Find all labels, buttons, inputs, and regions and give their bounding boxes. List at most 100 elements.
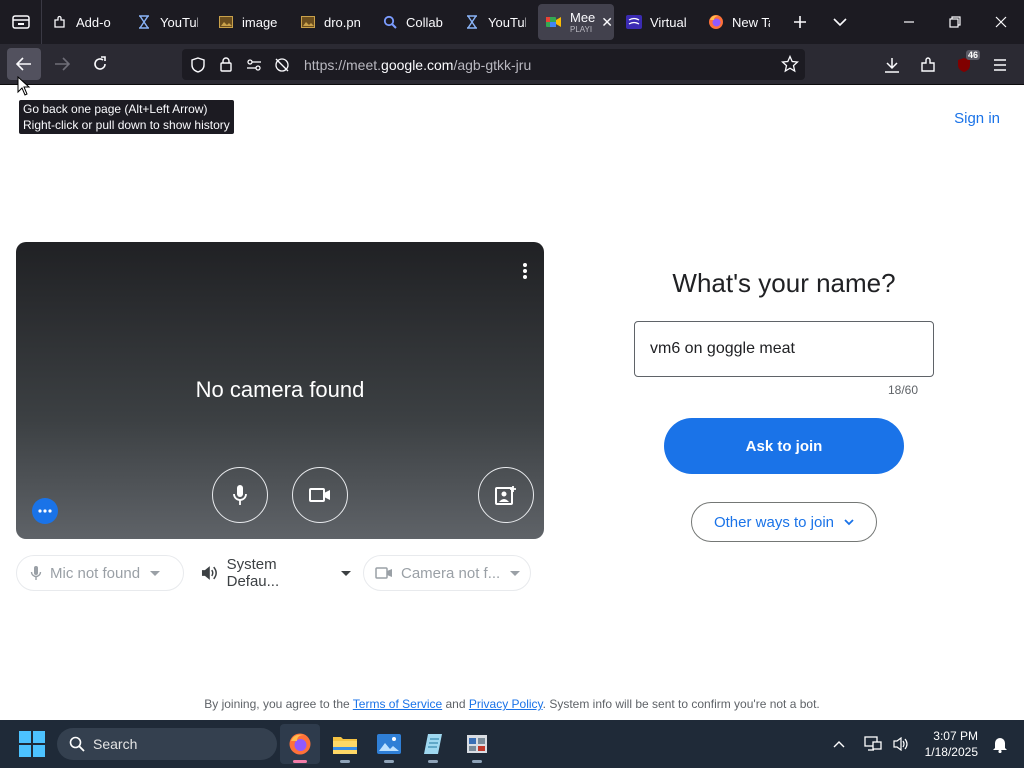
virtual-icon [626,14,642,30]
taskbar-photos[interactable] [369,724,409,764]
legal-notice: By joining, you agree to the Terms of Se… [204,697,820,711]
navigation-toolbar: https://meet.google.com/agb-gtkk-jru 46 [0,44,1024,85]
caret-down-icon [341,570,351,576]
video-camera-icon [309,488,330,502]
volume-icon [893,737,908,751]
puzzle-icon [921,56,935,72]
volume-button[interactable] [887,720,915,768]
tab-new-tab[interactable]: New Ta [700,4,778,40]
tab-youtube-1[interactable]: YouTul [128,4,206,40]
forward-button[interactable] [45,48,79,80]
arrow-left-icon [16,57,31,71]
mic-select[interactable]: Mic not found [16,555,184,591]
firefox-icon [708,14,724,30]
speaker-icon [201,566,217,580]
chevron-down-icon [844,518,854,525]
tooltip-line: Go back one page (Alt+Left Arrow) [23,102,208,116]
more-options-icon[interactable] [522,262,528,285]
folder-icon [333,737,357,754]
firefox-view-button[interactable] [0,0,42,44]
privacy-policy-link[interactable]: Privacy Policy [469,697,543,711]
tab-virtual[interactable]: Virtual [618,4,696,40]
close-window-button[interactable] [978,0,1024,44]
tab-image-2[interactable]: dro.pn [292,4,370,40]
hourglass-icon [136,14,152,30]
extensions-button[interactable] [910,49,946,81]
extension-badge: 46 [965,49,980,60]
show-hidden-icons-button[interactable] [825,720,853,768]
tab-collab[interactable]: Collab [374,4,452,40]
permissions-icon[interactable] [240,49,268,80]
tab-image-1[interactable]: image [210,4,288,40]
tab-youtube-2[interactable]: YouTul [456,4,534,40]
ublock-extension-button[interactable]: 46 [946,49,982,81]
caret-down-icon [150,570,161,576]
network-icon [863,736,882,751]
camera-blocked-icon[interactable] [268,49,296,80]
address-bar[interactable]: https://meet.google.com/agb-gtkk-jru [182,49,805,80]
tab-strip: Add-o YouTul image dro.pn Collab YouTul … [0,0,1024,44]
close-icon [995,16,1007,28]
name-prompt-heading: What's your name? [672,268,896,298]
taskbar-control-panel[interactable] [457,724,497,764]
reload-button[interactable] [83,48,117,80]
control-panel-icon [467,735,487,753]
taskbar-firefox[interactable] [280,724,320,764]
chevron-down-icon [833,18,847,27]
tracking-protection-icon[interactable] [184,49,212,80]
taskbar-file-explorer[interactable] [325,724,365,764]
minimize-button[interactable] [886,0,932,44]
video-camera-icon [375,567,392,579]
arrow-right-icon [55,57,70,71]
camera-button[interactable] [292,467,348,523]
tab-title: Collab [406,14,443,30]
taskbar-search[interactable]: Search [57,728,277,760]
sign-in-link[interactable]: Sign in [954,110,1000,127]
search-icon [382,14,398,30]
image-icon [300,14,316,30]
camera-select[interactable]: Camera not f... [363,555,531,591]
other-ways-to-join-button[interactable]: Other ways to join [691,502,877,542]
notepad-icon [424,734,442,754]
name-input[interactable]: vm6 on goggle meat [634,321,934,377]
tab-meet[interactable]: Mee PLAYI ✕ [538,4,614,40]
taskbar-search-label: Search [93,736,138,752]
notifications-button[interactable] [986,720,1014,768]
url-text: https://meet.google.com/agb-gtkk-jru [304,56,532,73]
bell-icon [993,737,1007,753]
caret-down-icon [510,570,521,576]
downloads-button[interactable] [874,49,910,81]
clock[interactable]: 3:07 PM 1/18/2025 [925,728,978,760]
video-preview: No camera found [16,242,544,539]
taskbar-notes-app[interactable] [413,724,453,764]
more-actions-button[interactable] [32,498,58,524]
back-button-tooltip: Go back one page (Alt+Left Arrow) Right-… [19,100,234,134]
clock-date: 1/18/2025 [924,745,978,759]
visual-effects-button[interactable] [478,467,534,523]
no-camera-message: No camera found [195,377,365,402]
terms-of-service-link[interactable]: Terms of Service [353,697,442,711]
list-all-tabs-button[interactable] [820,0,860,44]
image-icon [218,14,234,30]
network-button[interactable] [859,720,887,768]
new-tab-button[interactable] [780,0,820,44]
tab-add-ons[interactable]: Add-o [44,4,124,40]
hamburger-icon [994,58,1006,71]
restore-button[interactable] [932,0,978,44]
firefox-view-icon [11,15,30,29]
start-button[interactable] [19,731,45,757]
close-tab-icon[interactable]: ✕ [601,14,613,31]
mic-select-label: Mic not found [50,564,141,582]
menu-button[interactable] [982,49,1018,81]
ask-to-join-button[interactable]: Ask to join [664,418,904,474]
speaker-select-label: System Defau... [226,556,280,590]
tab-title: Add-o [76,14,111,30]
speaker-select[interactable]: System Defau... [201,555,351,591]
minimize-icon [904,21,914,23]
bookmark-star-icon[interactable] [780,54,800,78]
camera-select-label: Camera not f... [401,564,501,582]
microphone-button[interactable] [212,467,268,523]
lock-icon[interactable] [212,49,240,80]
restore-icon [949,16,961,28]
tab-title: Virtual [650,14,687,30]
